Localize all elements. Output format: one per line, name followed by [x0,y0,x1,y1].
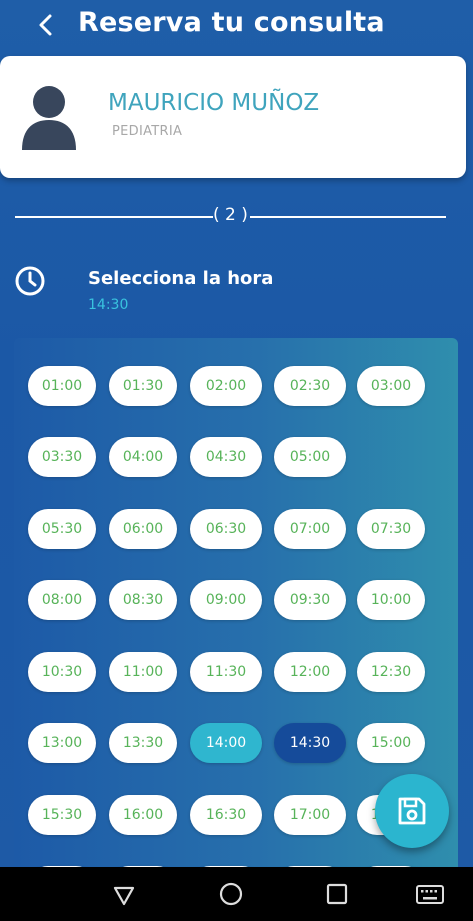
time-slot-button[interactable]: 12:00 [274,652,346,692]
time-slot-button[interactable]: 13:30 [109,723,177,763]
circle-home-icon [219,882,243,906]
triangle-back-icon [113,886,135,906]
time-slot-button[interactable]: 02:00 [190,366,262,406]
keyboard-icon [416,885,444,904]
header: Reserva tu consulta [0,0,473,52]
page-title: Reserva tu consulta [78,7,385,38]
doctor-card: MAURICIO MUÑOZ PEDIATRIA [0,56,466,178]
time-slot-button[interactable]: 10:00 [357,580,425,620]
time-slot-button[interactable]: 02:30 [274,366,346,406]
chevron-left-icon [39,14,52,36]
time-slot-button[interactable]: 11:30 [190,652,262,692]
time-slot-button[interactable]: 17:00 [274,795,346,835]
time-slot-button[interactable]: 13:00 [28,723,96,763]
clock-icon [14,265,46,297]
time-slot-button[interactable]: 07:00 [274,509,346,549]
step-indicator: ( 2 ) [213,205,248,225]
square-recents-icon [326,883,348,905]
time-slot-button[interactable]: 05:00 [274,437,346,477]
selected-hour-value: 14:30 [88,297,129,313]
time-slot-button[interactable]: 03:30 [28,437,96,477]
time-slot-button[interactable]: 14:00 [190,723,262,763]
time-slot-button[interactable]: 01:30 [109,366,177,406]
doctor-name: MAURICIO MUÑOZ [108,90,320,116]
time-slot-button[interactable]: 16:30 [190,795,262,835]
time-slot-button[interactable]: 01:00 [28,366,96,406]
step-divider-right [250,216,446,218]
time-slot-button[interactable]: 08:00 [28,580,96,620]
time-slot-button[interactable]: 09:30 [274,580,346,620]
time-slot-button[interactable]: 09:00 [190,580,262,620]
system-nav-bar [0,867,473,921]
back-button[interactable] [34,10,60,40]
step-divider-left [15,216,213,218]
time-slot-button[interactable]: 03:00 [357,366,425,406]
time-slot-button[interactable]: 14:30 [274,723,346,763]
time-slot-button[interactable]: 05:30 [28,509,96,549]
time-slot-button[interactable]: 06:00 [109,509,177,549]
select-hour-label: Selecciona la hora [88,268,274,289]
save-button[interactable] [375,774,449,848]
time-slot-button[interactable]: 04:30 [190,437,262,477]
time-slot-button[interactable]: 15:00 [357,723,425,763]
time-slot-button[interactable]: 06:30 [190,509,262,549]
nav-keyboard-button[interactable] [413,877,447,911]
time-slot-button[interactable]: 08:30 [109,580,177,620]
time-slot-button[interactable]: 12:30 [357,652,425,692]
person-icon [20,84,78,150]
time-slot-button[interactable]: 11:00 [109,652,177,692]
save-disk-icon [398,797,426,825]
time-slot-button[interactable]: 04:00 [109,437,177,477]
time-slot-button[interactable]: 15:30 [28,795,96,835]
nav-home-button[interactable] [214,877,248,911]
time-slot-button[interactable]: 07:30 [357,509,425,549]
time-slot-button[interactable]: 10:30 [28,652,96,692]
nav-recents-button[interactable] [320,877,354,911]
time-slot-button[interactable]: 16:00 [109,795,177,835]
nav-back-button[interactable] [107,877,141,911]
doctor-specialty: PEDIATRIA [112,124,183,139]
